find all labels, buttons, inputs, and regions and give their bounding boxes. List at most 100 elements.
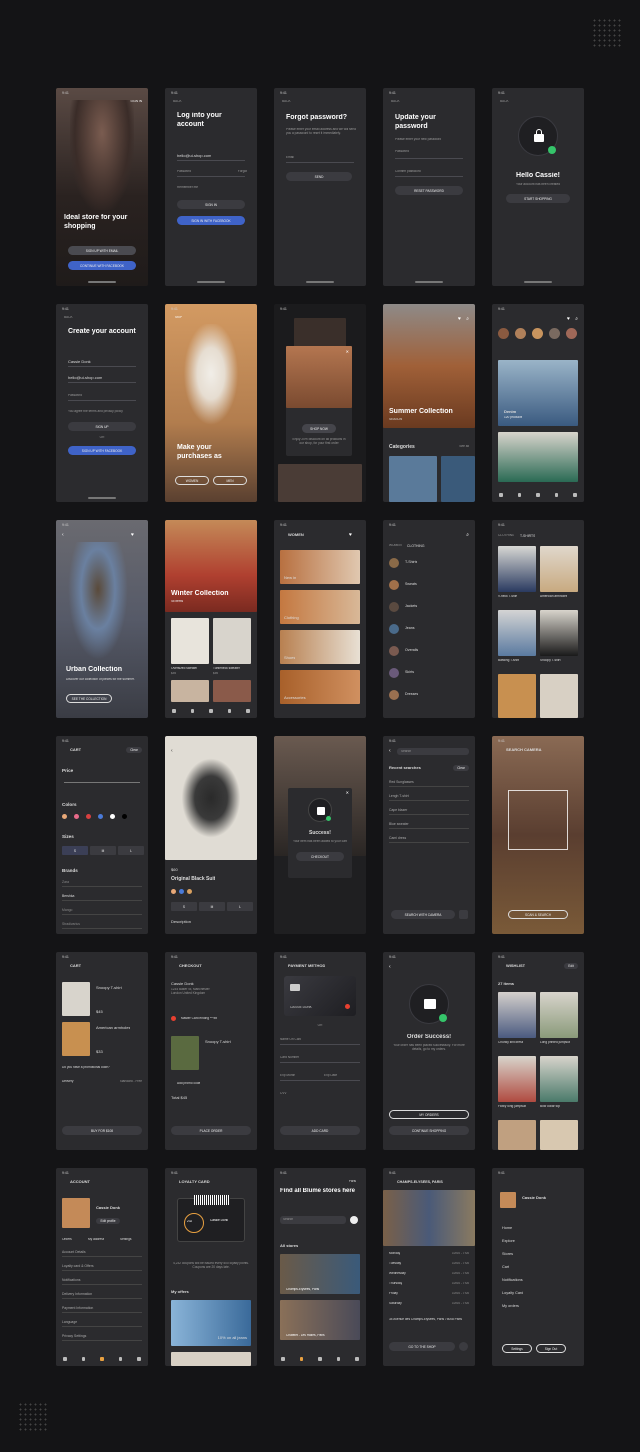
signin-button[interactable]: SIGN IN [177, 200, 245, 209]
side-menu-item[interactable]: My orders [502, 1304, 519, 1309]
confirm-field[interactable]: Confirm password [395, 170, 421, 174]
card-number-field[interactable]: Card Number [280, 1056, 299, 1060]
locate-icon[interactable] [350, 1216, 358, 1224]
user-icon[interactable] [209, 709, 213, 713]
shop-now-button[interactable]: SHOP NOW [302, 424, 336, 433]
heart-icon[interactable]: ♥ [567, 316, 570, 322]
heart-icon[interactable]: ♥ [349, 532, 352, 538]
side-menu-item[interactable]: Notifications [502, 1278, 523, 1283]
facebook-signup-button[interactable]: SIGN UP WITH FACEBOOK [68, 446, 136, 455]
category-clothing-label[interactable]: Clothing [284, 616, 299, 621]
size-m[interactable]: M [90, 846, 116, 855]
edit-button[interactable]: Edit [564, 963, 578, 969]
recent-search-item[interactable]: Cape blazer [389, 806, 469, 815]
category-item[interactable]: Sweats [405, 582, 417, 586]
recent-search-item[interactable]: Lengh T-shirt [389, 792, 469, 801]
heart-icon[interactable]: ♥ [131, 532, 134, 538]
size-m[interactable]: M [199, 902, 225, 911]
location-icon[interactable] [299, 1357, 304, 1361]
category-item[interactable]: Skirts [405, 670, 414, 674]
home-icon[interactable] [499, 493, 503, 497]
side-menu-item[interactable]: Stores [502, 1252, 513, 1257]
back-link[interactable]: BACK [500, 100, 509, 104]
recent-search-item[interactable]: Cami dress [389, 834, 469, 843]
more-icon[interactable] [137, 1357, 141, 1361]
heart-icon[interactable]: ♥ [458, 316, 461, 322]
category-item[interactable]: T-Shirts [405, 560, 417, 564]
category-new-label[interactable]: New in [284, 576, 296, 581]
see-all-link[interactable]: See all [459, 445, 469, 449]
offer-label[interactable]: 10% on all jeans [218, 1336, 247, 1341]
size-l[interactable]: L [118, 846, 144, 855]
promo-link[interactable]: Do you have a promotional code? [62, 1066, 110, 1070]
search-input[interactable]: Search [397, 748, 469, 755]
category-item[interactable]: Jeans [405, 626, 415, 630]
category-accessories-label[interactable]: Accessories [284, 696, 306, 701]
back-icon[interactable]: ‹ [389, 748, 391, 754]
avatar[interactable] [566, 328, 577, 339]
category-item[interactable]: Overalls [405, 648, 418, 652]
women-dropdown[interactable]: WOMEN [288, 533, 304, 538]
account-menu-item[interactable]: Delivery Information [62, 1290, 142, 1299]
send-button[interactable]: SEND [286, 172, 352, 181]
delivery-value[interactable]: Standard - Free [120, 1080, 142, 1084]
brand-option[interactable]: Zara [62, 878, 142, 887]
color-swatch[interactable] [187, 889, 192, 894]
bag-icon[interactable] [554, 493, 559, 497]
avatar[interactable] [549, 328, 560, 339]
size-s[interactable]: S [171, 902, 197, 911]
city-label[interactable]: Paris [349, 1180, 356, 1184]
back-link[interactable]: BACK [391, 100, 400, 104]
search-icon[interactable]: ⌕ [466, 316, 469, 322]
avatar[interactable] [532, 328, 543, 339]
location-icon[interactable] [190, 709, 195, 713]
checkout-button[interactable]: CHECKOUT [296, 852, 344, 861]
card-label[interactable]: Master Card ending ***89 [181, 1017, 217, 1021]
signup-button[interactable]: SIGN UP [68, 422, 136, 431]
account-menu-item[interactable]: Notifications [62, 1276, 142, 1285]
bag-icon[interactable] [227, 709, 232, 713]
size-s[interactable]: S [62, 846, 88, 855]
address-tab[interactable]: My address [88, 1238, 104, 1242]
start-shopping-button[interactable]: START SHOPPING [506, 194, 570, 203]
recent-search-item[interactable]: Red Sunglasses [389, 778, 469, 787]
side-menu-item[interactable]: Home [502, 1226, 512, 1231]
user-icon[interactable] [536, 493, 540, 497]
credit-card[interactable]: CASSIE DONK [284, 976, 356, 1016]
facebook-button[interactable]: CONTINUE WITH FACEBOOK [68, 261, 136, 270]
email-field[interactable]: Email [286, 156, 294, 160]
skip-link[interactable]: SKIP [175, 316, 182, 320]
add-card-button[interactable]: ADD CARD [280, 1126, 360, 1135]
edit-profile-button[interactable]: Edit profile [96, 1218, 120, 1224]
store-search-input[interactable]: Search [280, 1216, 346, 1224]
scan-search-button[interactable]: SCAN & SEARCH [508, 910, 568, 919]
camera-search-button[interactable]: SEARCH WITH CAMERA [391, 910, 455, 919]
go-to-shop-button[interactable]: GO TO THE SHOP [389, 1342, 455, 1351]
facebook-signin-button[interactable]: SIGN IN WITH FACEBOOK [177, 216, 245, 225]
clear-button[interactable]: Clear [453, 765, 469, 771]
brand-option[interactable]: Mango [62, 906, 142, 915]
email-field[interactable]: hello@ui-shop.com [68, 376, 102, 381]
password-field[interactable]: Password [395, 150, 409, 154]
camera-icon[interactable] [459, 910, 468, 919]
orders-tab[interactable]: Orders [62, 1238, 72, 1242]
back-icon[interactable]: ‹ [62, 532, 64, 538]
category-item[interactable]: Jackets [405, 604, 417, 608]
crumb-women[interactable]: WOMEN [389, 544, 402, 548]
color-swatch[interactable] [86, 814, 91, 819]
see-collection-button[interactable]: SEE THE COLLECTION [66, 694, 112, 703]
size-l[interactable]: L [227, 902, 253, 911]
color-swatch[interactable] [171, 889, 176, 894]
user-icon[interactable] [318, 1357, 322, 1361]
account-menu-item[interactable]: Payment Information [62, 1304, 142, 1313]
side-menu-item[interactable]: Explore [502, 1239, 515, 1244]
back-link[interactable]: BACK [173, 100, 182, 104]
side-menu-item[interactable]: Loyalty Card [502, 1291, 523, 1296]
buy-button[interactable]: BUY FOR $108 [62, 1126, 142, 1135]
add-promo-link[interactable]: Add promo code [177, 1082, 200, 1086]
password-field[interactable]: Password [68, 394, 82, 398]
clear-button[interactable]: Clear [126, 747, 142, 753]
color-swatch[interactable] [62, 814, 67, 819]
exp-date-field[interactable]: Exp Date [324, 1074, 337, 1078]
remember-checkbox[interactable]: Remember me [177, 186, 198, 190]
